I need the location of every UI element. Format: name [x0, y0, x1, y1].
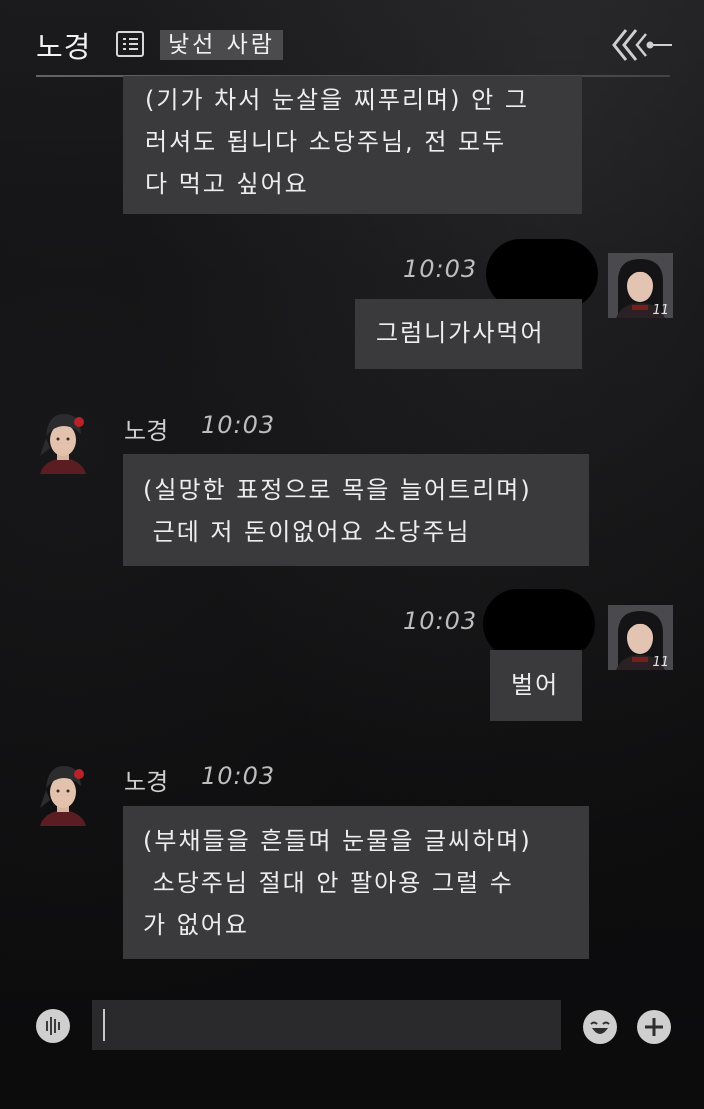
player-message-bubble: 그럼니가사먹어 [355, 299, 582, 369]
back-arrow-icon[interactable] [612, 26, 674, 64]
plus-icon[interactable] [637, 1010, 671, 1044]
npc-name: 노경 [124, 768, 169, 796]
emoji-icon[interactable] [583, 1010, 617, 1044]
message-time: 10:03 [403, 255, 478, 283]
relation-badge: 낯선 사람 [160, 30, 283, 60]
npc-avatar[interactable] [36, 408, 90, 474]
npc-name: 노경 [124, 417, 169, 445]
redacted-name [483, 589, 595, 659]
player-message-bubble: 벌어 [490, 650, 582, 721]
npc-message-bubble: (기가 차서 눈살을 찌푸리며) 안 그 러셔도 됩니다 소당주님, 전 모두 … [123, 76, 582, 214]
npc-avatar[interactable] [36, 760, 90, 826]
message-input[interactable] [92, 1000, 561, 1050]
text-caret [103, 1009, 105, 1041]
message-time: 10:03 [201, 762, 276, 790]
npc-message-bubble: (부채들을 흔들며 눈물을 글씨하며) 소당주님 절대 안 팔아용 그럴 수 가… [123, 806, 589, 959]
message-time: 10:03 [201, 411, 276, 439]
message-time: 10:03 [403, 607, 478, 635]
list-icon[interactable] [116, 31, 144, 57]
level-label: 11 [652, 303, 669, 318]
level-label: 11 [652, 655, 669, 670]
voice-wave-icon[interactable] [36, 1009, 70, 1043]
chat-header: 노경 낯선 사람 [0, 0, 704, 80]
npc-message-bubble: (실망한 표정으로 목을 늘어트리며) 근데 저 돈이없어요 소당주님 [123, 454, 589, 566]
player-avatar[interactable]: 11 [608, 605, 673, 670]
player-avatar[interactable]: 11 [608, 253, 673, 318]
contact-name: 노경 [36, 30, 92, 64]
